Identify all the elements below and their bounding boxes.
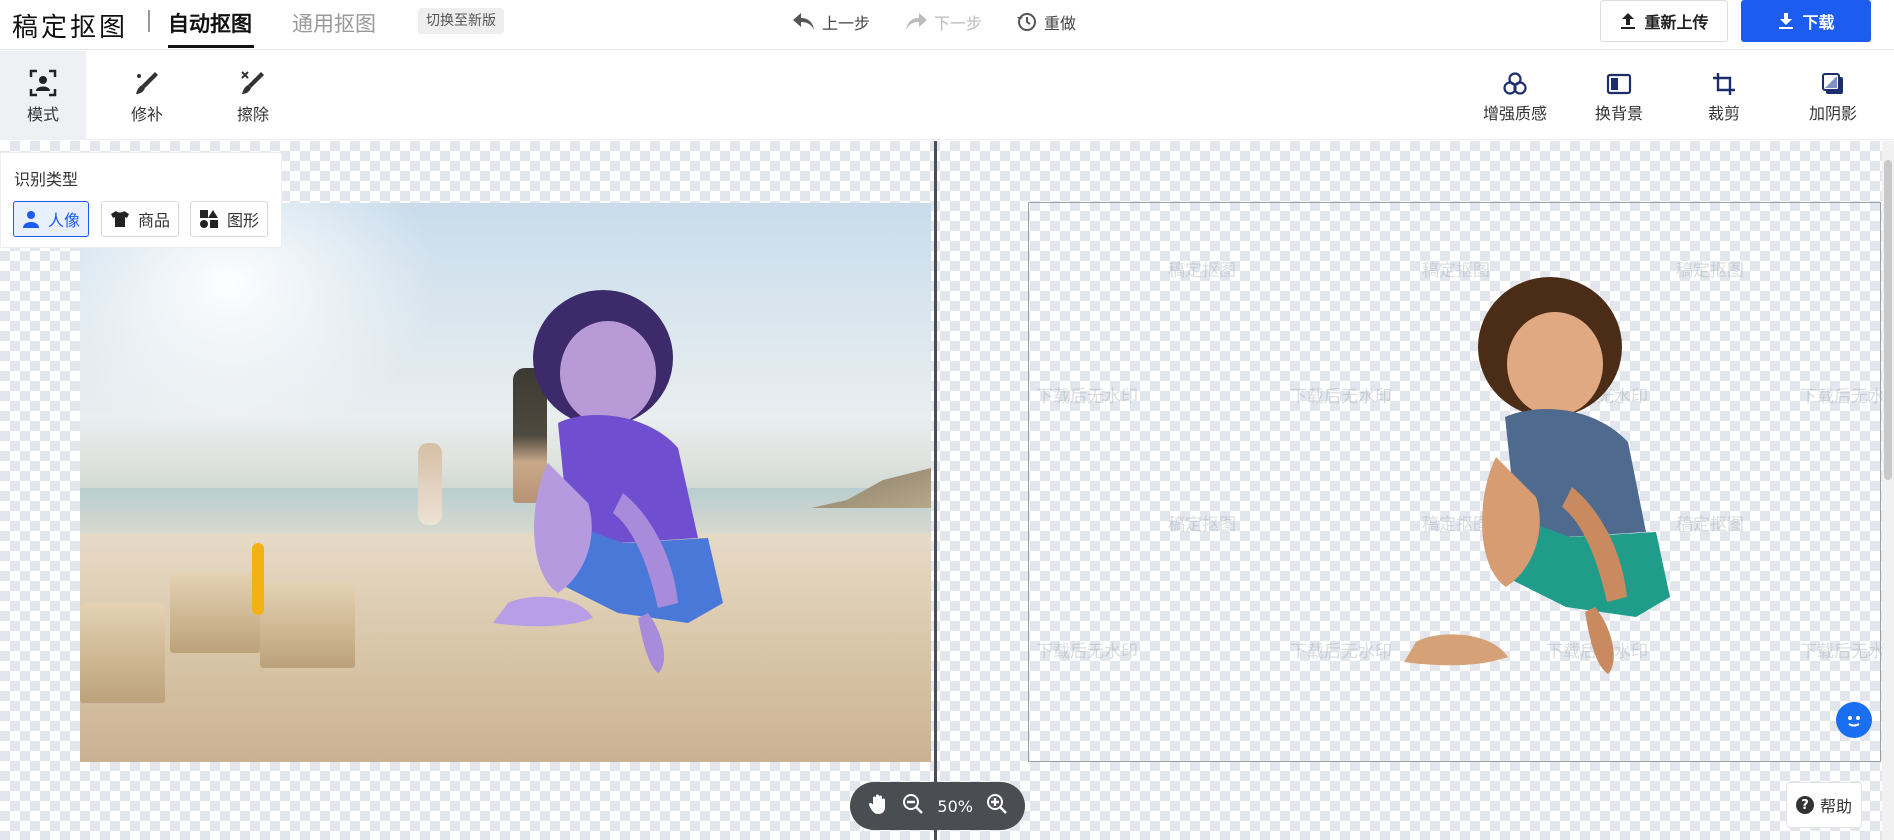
tool-mode[interactable]: 模式 xyxy=(0,51,86,140)
watermark-text: 下载后无水印 xyxy=(1800,387,1894,407)
history-icon xyxy=(1017,13,1036,31)
tool-crop[interactable]: 裁剪 xyxy=(1706,51,1742,140)
tool-crop-label: 裁剪 xyxy=(1707,103,1740,123)
panel-title: 识别类型 xyxy=(14,170,79,189)
brush-repair-icon xyxy=(133,67,161,99)
type-portrait-label: 人像 xyxy=(48,211,81,230)
help-label: 帮助 xyxy=(1819,797,1852,816)
child-subject-highlighted xyxy=(493,290,723,673)
tool-bar: 模式 修补 擦除 增强质感 换背景 裁剪 加阴影 xyxy=(0,51,1894,140)
child-cutout xyxy=(1404,277,1670,674)
download-button[interactable]: 下载 xyxy=(1741,0,1871,42)
switch-version-button[interactable]: 切换至新版 xyxy=(418,8,504,34)
type-product[interactable]: 商品 xyxy=(101,201,180,237)
compare-divider[interactable] xyxy=(934,141,937,840)
shirt-icon xyxy=(111,211,129,227)
tool-erase-label: 擦除 xyxy=(236,104,269,124)
background-icon xyxy=(1606,68,1632,100)
redo-button[interactable]: 下一步 xyxy=(904,10,982,34)
download-icon xyxy=(1779,13,1794,29)
tool-erase[interactable]: 擦除 xyxy=(210,51,296,140)
yellow-scoop xyxy=(252,543,264,615)
shadow-icon xyxy=(1821,68,1845,100)
watermark-text: 下载后无水印 xyxy=(1036,642,1138,662)
undo-label: 上一步 xyxy=(822,14,871,33)
logo[interactable]: 稿定抠图 xyxy=(12,7,128,44)
redo-label: 下一步 xyxy=(934,14,983,33)
tab-general-cutout[interactable]: 通用抠图 xyxy=(292,8,376,38)
watermark-text: 稿定抠图 xyxy=(1168,261,1236,281)
recognition-type-panel: 识别类型 人像 商品 图形 xyxy=(0,152,282,248)
zoom-out-icon[interactable] xyxy=(902,793,924,819)
person-icon xyxy=(23,211,39,228)
person-frame-icon xyxy=(28,67,58,99)
hand-pan-icon[interactable] xyxy=(867,793,889,819)
reupload-label: 重新上传 xyxy=(1644,13,1709,32)
question-icon: ? xyxy=(1795,796,1814,814)
undo-button[interactable]: 上一步 xyxy=(792,10,870,34)
tool-change-background-label: 换背景 xyxy=(1594,103,1643,123)
crop-icon xyxy=(1712,68,1736,100)
zoom-level: 50% xyxy=(937,796,973,816)
eraser-icon xyxy=(239,67,267,99)
watermark-text: 稿定抠图 xyxy=(1168,515,1236,535)
reset-label: 重做 xyxy=(1044,14,1077,33)
watermark-text: 下载后无水印 xyxy=(1036,387,1138,407)
logo-divider xyxy=(148,10,150,32)
tab-auto-cutout[interactable]: 自动抠图 xyxy=(168,8,252,38)
chat-assistant-icon[interactable] xyxy=(1836,702,1872,738)
download-label: 下载 xyxy=(1802,13,1835,32)
tool-add-shadow[interactable]: 加阴影 xyxy=(1806,51,1860,140)
top-bar: 稿定抠图 自动抠图 通用抠图 切换至新版 上一步 下一步 重做 重新上传 下载 xyxy=(0,0,1894,50)
type-graphic[interactable]: 图形 xyxy=(190,201,269,237)
tool-repair-label: 修补 xyxy=(130,104,163,124)
watermark-text: 下载后无水印 xyxy=(1800,642,1894,662)
undo-icon xyxy=(793,13,814,30)
scrollbar-thumb[interactable] xyxy=(1884,160,1892,480)
zoom-bar: 50% xyxy=(850,782,1025,830)
enhance-icon xyxy=(1502,68,1528,100)
watermark-text: 下载后无水印 xyxy=(1290,642,1392,662)
type-graphic-label: 图形 xyxy=(227,211,260,230)
tool-enhance-label: 增强质感 xyxy=(1482,103,1547,123)
type-product-label: 商品 xyxy=(138,211,171,230)
tool-mode-label: 模式 xyxy=(26,104,59,124)
zoom-in-icon[interactable] xyxy=(986,793,1008,819)
watermark-text: 下载后无水印 xyxy=(1290,387,1392,407)
upload-icon xyxy=(1621,13,1636,29)
shapes-icon xyxy=(200,210,218,228)
help-button[interactable]: ? 帮助 xyxy=(1786,782,1862,828)
reupload-button[interactable]: 重新上传 xyxy=(1600,0,1728,42)
redo-icon xyxy=(906,13,927,30)
type-portrait[interactable]: 人像 xyxy=(13,201,90,237)
original-photo[interactable] xyxy=(80,203,931,762)
active-tab-underline xyxy=(168,45,254,48)
reset-button[interactable]: 重做 xyxy=(1016,10,1076,34)
tool-add-shadow-label: 加阴影 xyxy=(1808,103,1857,123)
tool-repair[interactable]: 修补 xyxy=(104,51,190,140)
background-person xyxy=(418,443,442,525)
tool-enhance[interactable]: 增强质感 xyxy=(1480,51,1550,140)
tool-change-background[interactable]: 换背景 xyxy=(1592,51,1646,140)
